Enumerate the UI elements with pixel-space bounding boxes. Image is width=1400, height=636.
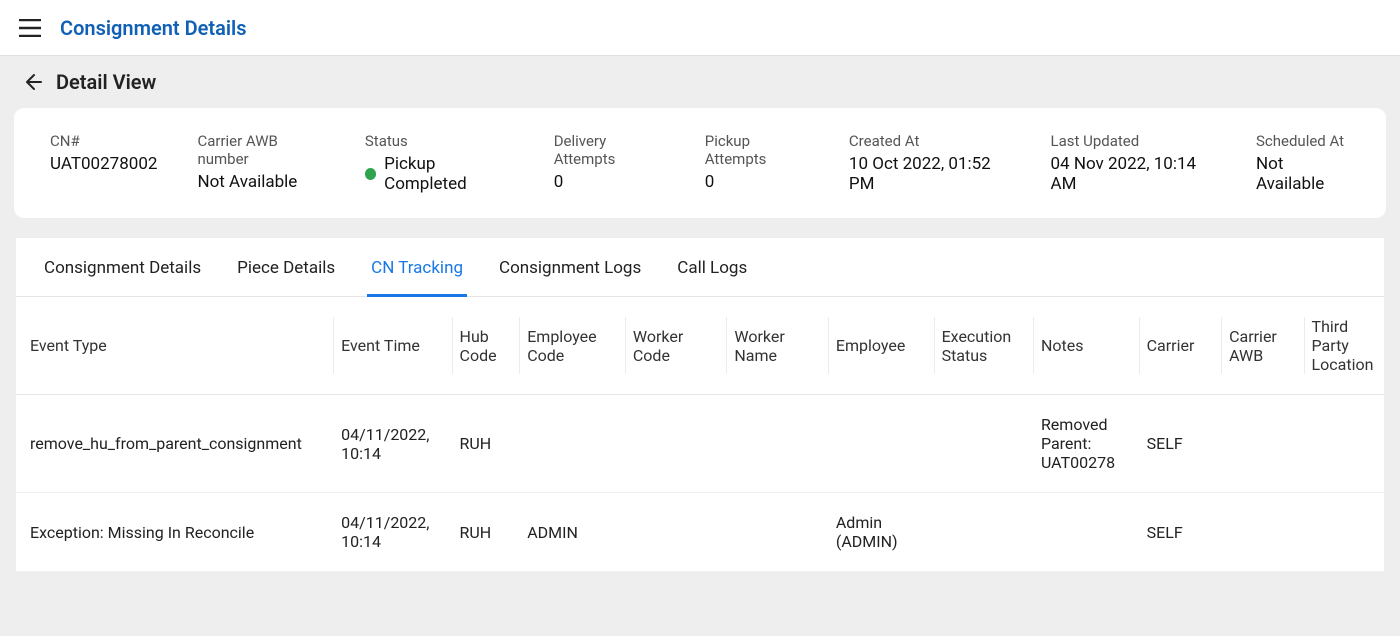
tabs: Consignment Details Piece Details CN Tra… (16, 238, 1384, 297)
cell-3pl (1304, 493, 1384, 572)
cell-notes: Removed Parent: UAT00278 (1033, 395, 1139, 493)
th-notes: Notes (1033, 297, 1139, 395)
cell-3pl (1304, 395, 1384, 493)
summary-cn-value: UAT00278002 (50, 154, 157, 174)
summary-scheduled-at-value: Not Available (1256, 154, 1350, 194)
cell-employee (828, 395, 934, 493)
summary-status-label: Status (365, 132, 514, 150)
tab-consignment-logs[interactable]: Consignment Logs (481, 238, 659, 296)
cell-notes (1033, 493, 1139, 572)
summary-status: Status Pickup Completed (365, 132, 514, 194)
th-hub-code: Hub Code (452, 297, 520, 395)
cell-carrier: SELF (1139, 493, 1221, 572)
cell-employee-code: ADMIN (519, 493, 625, 572)
th-employee-code: Employee Code (519, 297, 625, 395)
table-header-row: Event Type Event Time Hub Code Employee … (16, 297, 1384, 395)
summary-card: CN# UAT00278002 Carrier AWB number Not A… (14, 108, 1386, 218)
cell-worker-name (726, 493, 827, 572)
th-event-type: Event Type (16, 297, 333, 395)
summary-pickup-attempts-value: 0 (705, 172, 809, 192)
cell-worker-name (726, 395, 827, 493)
back-arrow-icon[interactable] (20, 70, 44, 94)
table-row: Exception: Missing In Reconcile 04/11/20… (16, 493, 1384, 572)
summary-last-updated: Last Updated 04 Nov 2022, 10:14 AM (1051, 132, 1217, 194)
cell-worker-code (625, 493, 726, 572)
th-event-time: Event Time (333, 297, 451, 395)
tracking-table: Event Type Event Time Hub Code Employee … (16, 297, 1384, 572)
cell-worker-code (625, 395, 726, 493)
tab-cn-tracking[interactable]: CN Tracking (353, 238, 481, 296)
cell-event-type: remove_hu_from_parent_consignment (16, 395, 333, 493)
summary-carrier-awb: Carrier AWB number Not Available (197, 132, 324, 194)
summary-last-updated-label: Last Updated (1051, 132, 1217, 150)
cell-event-type: Exception: Missing In Reconcile (16, 493, 333, 572)
tabs-card: Consignment Details Piece Details CN Tra… (16, 238, 1384, 572)
cell-carrier: SELF (1139, 395, 1221, 493)
summary-delivery-attempts-value: 0 (554, 172, 665, 192)
tab-piece-details[interactable]: Piece Details (219, 238, 353, 296)
summary-last-updated-value: 04 Nov 2022, 10:14 AM (1051, 154, 1217, 194)
summary-cn: CN# UAT00278002 (50, 132, 157, 194)
table-row: remove_hu_from_parent_consignment 04/11/… (16, 395, 1384, 493)
cell-carrier-awb (1221, 493, 1303, 572)
cell-event-time: 04/11/2022, 10:14 (333, 395, 451, 493)
top-bar: Consignment Details (0, 0, 1400, 56)
menu-icon[interactable] (16, 14, 44, 42)
summary-created-at: Created At 10 Oct 2022, 01:52 PM (849, 132, 1011, 194)
page-title: Consignment Details (60, 16, 247, 40)
summary-cn-label: CN# (50, 132, 157, 150)
th-worker-code: Worker Code (625, 297, 726, 395)
cell-hub-code: RUH (452, 493, 520, 572)
summary-delivery-attempts-label: Delivery Attempts (554, 132, 665, 168)
status-dot-icon (365, 168, 376, 180)
summary-delivery-attempts: Delivery Attempts 0 (554, 132, 665, 194)
tab-call-logs[interactable]: Call Logs (659, 238, 765, 296)
summary-carrier-awb-label: Carrier AWB number (197, 132, 324, 168)
summary-created-at-value: 10 Oct 2022, 01:52 PM (849, 154, 1011, 194)
summary-pickup-attempts: Pickup Attempts 0 (705, 132, 809, 194)
cell-execution-status (934, 395, 1033, 493)
th-execution-status: Execution Status (934, 297, 1033, 395)
subheader: Detail View (0, 56, 1400, 108)
th-third-party-location: Third Party Location (1304, 297, 1384, 395)
summary-status-value: Pickup Completed (384, 154, 514, 194)
cell-event-time: 04/11/2022, 10:14 (333, 493, 451, 572)
summary-carrier-awb-value: Not Available (197, 172, 324, 192)
cell-carrier-awb (1221, 395, 1303, 493)
cell-employee: Admin (ADMIN) (828, 493, 934, 572)
subheader-title: Detail View (56, 70, 156, 94)
summary-created-at-label: Created At (849, 132, 1011, 150)
th-employee: Employee (828, 297, 934, 395)
th-worker-name: Worker Name (726, 297, 827, 395)
summary-scheduled-at-label: Scheduled At (1256, 132, 1350, 150)
cell-execution-status (934, 493, 1033, 572)
summary-scheduled-at: Scheduled At Not Available (1256, 132, 1350, 194)
cell-employee-code (519, 395, 625, 493)
tab-consignment-details[interactable]: Consignment Details (26, 238, 219, 296)
th-carrier: Carrier (1139, 297, 1221, 395)
th-carrier-awb: Carrier AWB (1221, 297, 1303, 395)
cell-hub-code: RUH (452, 395, 520, 493)
summary-pickup-attempts-label: Pickup Attempts (705, 132, 809, 168)
